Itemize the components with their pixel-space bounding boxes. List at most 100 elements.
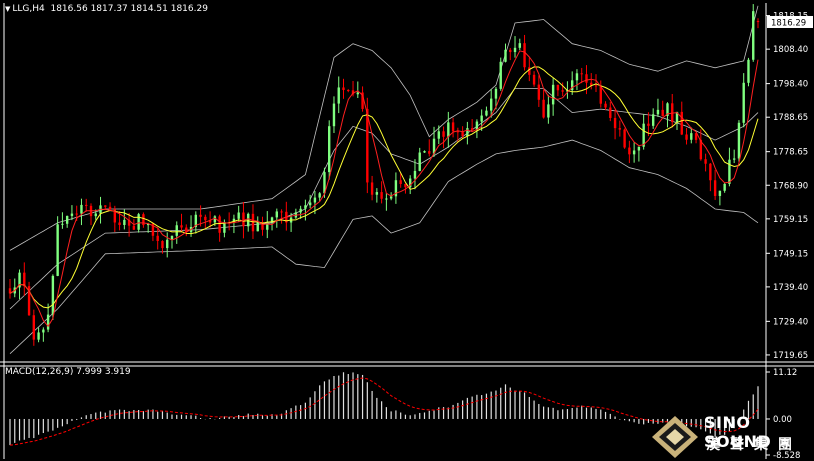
candle-body: [466, 128, 469, 137]
candle-body: [537, 84, 541, 100]
candle-body: [399, 180, 402, 184]
y-tick-label: 1798.40: [773, 80, 808, 90]
candle-body: [308, 202, 312, 206]
candle-body: [509, 49, 512, 53]
y-tick-label: 1778.65: [773, 148, 808, 158]
candle-body: [742, 82, 745, 123]
collapse-triangle-icon[interactable]: ▼: [5, 5, 10, 13]
candle-body: [451, 122, 455, 132]
macd-label: MACD(12,26,9) 7.999 3.919: [5, 367, 131, 377]
candle-body: [747, 59, 750, 83]
candle-body: [199, 214, 202, 217]
candle-body: [690, 133, 693, 140]
candle-body: [304, 205, 307, 209]
candle-body: [504, 49, 507, 62]
candle-body: [485, 110, 488, 116]
candle-body: [275, 211, 279, 218]
candle-body: [70, 213, 74, 216]
candle-body: [585, 74, 588, 83]
candle-body: [613, 117, 617, 129]
price-chart[interactable]: 1818.151808.401798.401788.651778.651768.…: [0, 0, 814, 461]
candle-body: [85, 204, 88, 206]
candle-body: [685, 134, 688, 140]
candle-body: [732, 158, 736, 160]
candle-body: [656, 109, 660, 115]
candle-body: [728, 159, 731, 184]
candle-body: [251, 213, 255, 232]
candle-body: [423, 151, 426, 153]
y-tick-label: 1808.40: [773, 45, 808, 55]
candle-body: [342, 87, 345, 91]
candle-body: [704, 159, 707, 164]
candle-body: [418, 152, 421, 171]
candle-body: [737, 122, 741, 159]
candle-body: [61, 223, 64, 225]
candle-body: [123, 219, 126, 225]
candle-body: [561, 90, 564, 92]
symbol-label: LLG,H4: [12, 4, 45, 14]
candle-body: [23, 272, 26, 287]
candle-body: [337, 87, 340, 104]
candle-body: [513, 47, 517, 53]
y-tick-label: 1729.40: [773, 317, 808, 327]
y-tick-label: 1749.15: [773, 249, 808, 259]
candle-body: [375, 192, 379, 195]
candle-body: [437, 131, 440, 139]
candle-body: [46, 314, 50, 330]
candle-body: [580, 73, 583, 75]
candle-body: [623, 129, 626, 148]
candle-body: [328, 126, 331, 173]
candle-body: [556, 84, 560, 91]
candle-body: [713, 180, 717, 196]
candle-body: [318, 193, 321, 198]
current-price-label: 1816.29: [771, 18, 806, 28]
candle-body: [480, 115, 483, 122]
candle-body: [709, 163, 712, 181]
candle-body: [237, 212, 240, 219]
candle-body: [218, 216, 221, 233]
candle-body: [718, 190, 722, 196]
candle-body: [428, 151, 431, 154]
candle-body: [752, 11, 755, 60]
candle-body: [470, 128, 474, 131]
y-tick-label: 1768.90: [773, 181, 808, 191]
candle-body: [756, 21, 760, 23]
candle-body: [637, 146, 641, 151]
candle-body: [94, 213, 97, 217]
candle-body: [75, 213, 78, 215]
candle-body: [137, 214, 140, 230]
candle-body: [65, 215, 69, 224]
candle-body: [442, 131, 445, 137]
candle-body: [651, 114, 655, 126]
candle-body: [180, 225, 183, 228]
candle-body: [108, 206, 112, 210]
candle-body: [632, 150, 636, 155]
candle-body: [56, 224, 59, 276]
candle-body: [661, 109, 664, 117]
candle-body: [723, 183, 726, 191]
candle-body: [204, 216, 207, 221]
diamond-logo-icon: [652, 416, 698, 458]
candle-body: [280, 211, 283, 213]
candle-body: [604, 103, 607, 108]
candle-body: [494, 88, 498, 99]
candle-body: [542, 99, 545, 118]
candle-body: [680, 111, 683, 135]
candle-body: [313, 197, 317, 203]
candle-body: [575, 73, 579, 81]
candle-body: [647, 123, 650, 126]
candle-body: [599, 85, 602, 104]
candle-body: [385, 198, 388, 200]
candle-body: [347, 90, 350, 92]
candle-body: [499, 61, 502, 89]
chart-header: ▼ LLG,H4 1816.56 1817.37 1814.51 1816.29: [5, 4, 208, 14]
candle-body: [447, 122, 450, 137]
candle-body: [256, 222, 259, 232]
candle-body: [366, 108, 369, 183]
candle-body: [242, 212, 245, 227]
candle-body: [132, 225, 136, 230]
watermark-logo: SINO SOUND 漢聲集團: [650, 408, 814, 461]
candle-body: [551, 84, 555, 105]
candle-body: [356, 92, 359, 95]
candle-body: [104, 205, 107, 207]
